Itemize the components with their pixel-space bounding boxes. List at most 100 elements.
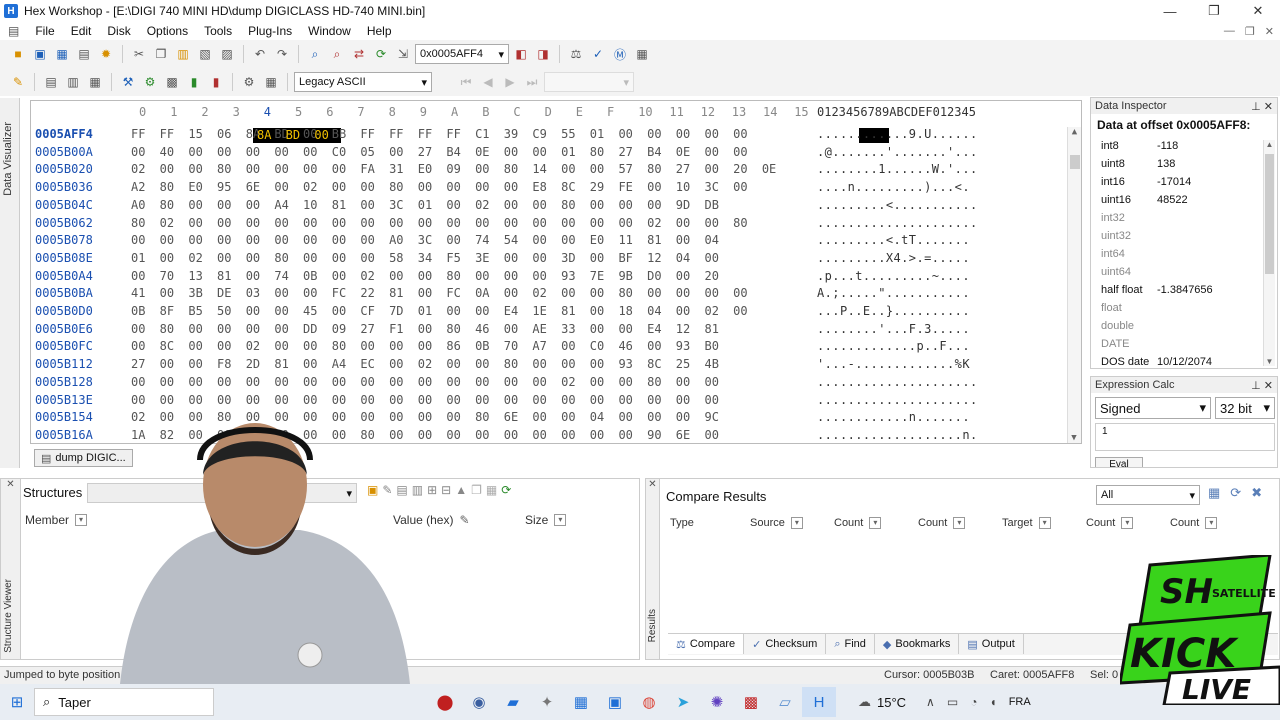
open-file-icon[interactable]: ▣ <box>30 44 50 64</box>
tab-bookmarks[interactable]: ◆ Bookmarks <box>875 634 960 654</box>
language-indicator[interactable]: FRA <box>1009 696 1031 708</box>
copy-icon[interactable]: ❐ <box>151 44 171 64</box>
row-ascii[interactable]: . . . . . . . . . X 4 . > . = . . . . . <box>817 251 970 265</box>
row-bytes[interactable]: 00 00 00 00 00 00 00 00 00 00 00 00 00 0… <box>131 393 719 407</box>
close-icon[interactable]: ✕ <box>1264 380 1273 392</box>
menu-tools[interactable]: Tools <box>196 24 240 38</box>
compare-column-header[interactable]: Count ▾ <box>834 517 882 529</box>
compare-column-header[interactable]: Count ▾ <box>1170 517 1218 529</box>
row-offset[interactable]: 0005B0BA <box>35 286 93 300</box>
replace-icon[interactable]: ⇄ <box>349 44 369 64</box>
selected-bytes[interactable]: 8A BD 00 <box>257 128 329 142</box>
row-ascii[interactable]: A . ; . . . . . " . . . . . . . . . . . <box>817 286 970 300</box>
goto-offset-combo[interactable]: 0x0005AFF4 ▾ <box>415 44 509 64</box>
tab-compare[interactable]: ⚖ Compare <box>668 634 745 654</box>
bookmark-next-icon[interactable]: ◨ <box>533 44 553 64</box>
menu-disk[interactable]: Disk <box>99 24 138 38</box>
row-bytes[interactable]: 02 00 00 80 00 00 00 00 FA 31 E0 09 00 8… <box>131 162 776 176</box>
find-icon[interactable]: ⌕ <box>305 44 325 64</box>
row-bytes[interactable]: 41 00 3B DE 03 00 00 FC 22 81 00 FC 0A 0… <box>131 286 748 300</box>
member-column-header[interactable]: Member ▾ <box>25 513 88 527</box>
row-offset[interactable]: 0005B154 <box>35 410 93 424</box>
eval-button[interactable]: Eval <box>1095 457 1143 467</box>
row-ascii[interactable]: . . . . . . . . . . . . n . . . . . . . <box>817 410 970 424</box>
size-column-header[interactable]: Size ▾ <box>525 513 567 527</box>
row-ascii[interactable]: ' . . . - . . . . . . . . . . . . . % K <box>817 357 970 371</box>
row-offset[interactable]: 0005B062 <box>35 216 93 230</box>
close-icon[interactable]: ✕ <box>646 479 659 490</box>
export-icon[interactable]: ▦ <box>1208 485 1220 501</box>
temperature[interactable]: 15°C <box>877 695 906 710</box>
close-results-icon[interactable]: ✖ <box>1251 485 1262 501</box>
app-cards-icon[interactable]: ▩ <box>734 687 768 717</box>
filter-icon[interactable]: ▾ <box>1038 517 1051 529</box>
compare-column-header[interactable]: Count ▾ <box>918 517 966 529</box>
app-explorer-icon[interactable]: ▰ <box>496 687 530 717</box>
tab-checksum[interactable]: ✓ Checksum <box>744 634 827 654</box>
insert-icon[interactable]: ▤ <box>41 72 61 92</box>
shift-icon[interactable]: ▦ <box>85 72 105 92</box>
goto-icon[interactable]: ⇲ <box>393 44 413 64</box>
filter-icon[interactable]: ▾ <box>1205 517 1218 529</box>
inspector-row[interactable]: uint64 <box>1095 266 1265 284</box>
row-ascii[interactable]: . . . . . . . . . . . . 9 . U . . . . . … <box>817 127 977 141</box>
app-disk-icon[interactable]: ◉ <box>462 687 496 717</box>
inspector-row[interactable]: DATE <box>1095 338 1265 356</box>
volume-icon[interactable]: ◖ <box>989 695 996 709</box>
delete-icon[interactable]: ▨ <box>217 44 237 64</box>
row-offset[interactable]: 0005AFF4 <box>35 127 93 141</box>
refresh-icon[interactable]: ⟳ <box>1230 485 1241 501</box>
calculator-icon[interactable]: ▦ <box>261 72 281 92</box>
filter-icon[interactable]: ▾ <box>75 514 88 526</box>
row-offset[interactable]: 0005B0D0 <box>35 304 93 318</box>
app-record-icon[interactable]: ⬤ <box>428 687 462 717</box>
row-bytes[interactable]: 00 00 00 00 00 00 00 00 00 A0 3C 00 74 5… <box>131 233 719 247</box>
inspector-row[interactable]: half float -1.3847656 <box>1095 284 1265 302</box>
menu-options[interactable]: Options <box>139 24 196 38</box>
mdi-close-icon[interactable]: ✕ <box>1265 25 1274 38</box>
inspector-row[interactable]: uint32 <box>1095 230 1265 248</box>
row-ascii[interactable]: . @ . . . . . . . ' . . . . . . . ' . . … <box>817 145 977 159</box>
first-record-icon[interactable]: ⏮ <box>456 72 476 92</box>
inspector-row[interactable]: int32 <box>1095 212 1265 230</box>
scroll-thumb[interactable] <box>1070 155 1080 169</box>
row-offset[interactable]: 0005B04C <box>35 198 93 212</box>
tab-find[interactable]: ⌕ Find <box>826 634 875 654</box>
checksum-icon[interactable]: ✓ <box>588 44 608 64</box>
copy-icon[interactable]: ❐ <box>471 483 482 497</box>
app-calculator-icon[interactable]: ▦ <box>564 687 598 717</box>
redo-icon[interactable]: ↷ <box>272 44 292 64</box>
row-ascii[interactable]: . . . P . . E . . } . . . . . . . . . . <box>817 304 970 318</box>
close-icon[interactable]: ✕ <box>1264 101 1273 113</box>
undo-icon[interactable]: ↶ <box>250 44 270 64</box>
windows-start-icon[interactable]: ⊞ <box>0 687 34 717</box>
close-button[interactable]: ✕ <box>1236 0 1280 22</box>
close-icon[interactable]: ✕ <box>1 479 20 490</box>
refresh-icon[interactable]: ⟳ <box>371 44 391 64</box>
row-offset[interactable]: 0005B128 <box>35 375 93 389</box>
inspector-row[interactable]: uint8 138 <box>1095 158 1265 176</box>
gear-icon[interactable]: ⚙ <box>239 72 259 92</box>
filter-icon[interactable]: ▾ <box>953 517 966 529</box>
row-bytes[interactable]: 00 80 00 00 00 00 DD 09 27 F1 00 80 46 0… <box>131 322 719 336</box>
new-file-icon[interactable]: ■ <box>8 44 28 64</box>
row-offset[interactable]: 0005B08E <box>35 251 93 265</box>
record-combo[interactable]: ▾ <box>544 72 634 92</box>
doc-menu-icon[interactable]: ▤ <box>0 24 27 38</box>
hex-workshop-taskbar-icon[interactable]: H <box>802 687 836 717</box>
pin-icon[interactable]: ⊥ <box>1251 101 1261 113</box>
structure-icon[interactable]: Ⓜ <box>610 44 630 64</box>
row-offset[interactable]: 0005B0A4 <box>35 269 93 283</box>
compare-column-header[interactable]: Source ▾ <box>750 517 803 529</box>
hex-editor-view[interactable]: 0 1 2 3 4 5 6 7 8 9 A B C D E F 10 11 12 13 14 15 0123456789A… <box>30 100 1082 444</box>
histogram-icon[interactable]: ▮ <box>184 72 204 92</box>
results-tab[interactable]: Results <box>647 609 658 642</box>
inspector-row[interactable]: int64 <box>1095 248 1265 266</box>
network-icon[interactable]: ▭ <box>947 695 958 709</box>
find-next-icon[interactable]: ⌕ <box>327 44 347 64</box>
app-folder-icon[interactable]: ▣ <box>598 687 632 717</box>
weather-icon[interactable]: ☁ <box>858 694 871 710</box>
row-offset[interactable]: 0005B020 <box>35 162 93 176</box>
menu-plugins[interactable]: Plug-Ins <box>240 24 300 38</box>
row-ascii[interactable]: . . . . . . . . . . . . . p . . F . . . <box>817 339 970 353</box>
